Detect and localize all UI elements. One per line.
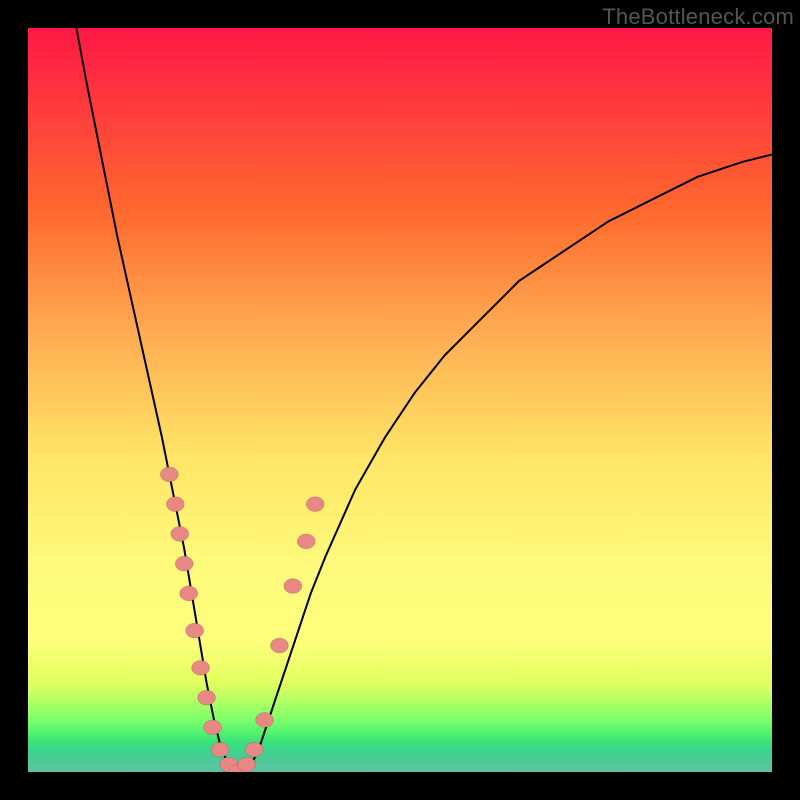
marker-point <box>306 497 324 512</box>
marker-point <box>211 742 229 757</box>
marker-point <box>204 720 222 735</box>
marker-point <box>175 556 193 571</box>
marker-point <box>160 467 178 482</box>
marker-point <box>297 534 315 549</box>
marker-point <box>192 660 210 675</box>
marker-point <box>238 757 256 772</box>
marker-point <box>256 713 274 728</box>
bottleneck-curve <box>76 28 772 772</box>
marker-point <box>270 638 288 653</box>
marker-point <box>198 690 216 705</box>
chart-svg <box>28 28 772 772</box>
watermark-text: TheBottleneck.com <box>602 4 794 30</box>
plot-area <box>28 28 772 772</box>
marker-point <box>166 497 184 512</box>
marker-point <box>186 623 204 638</box>
marker-point <box>284 579 302 594</box>
marker-point <box>180 586 198 601</box>
marker-point <box>171 527 189 542</box>
chart-frame: TheBottleneck.com <box>0 0 800 800</box>
markers <box>160 467 324 772</box>
marker-point <box>245 742 263 757</box>
